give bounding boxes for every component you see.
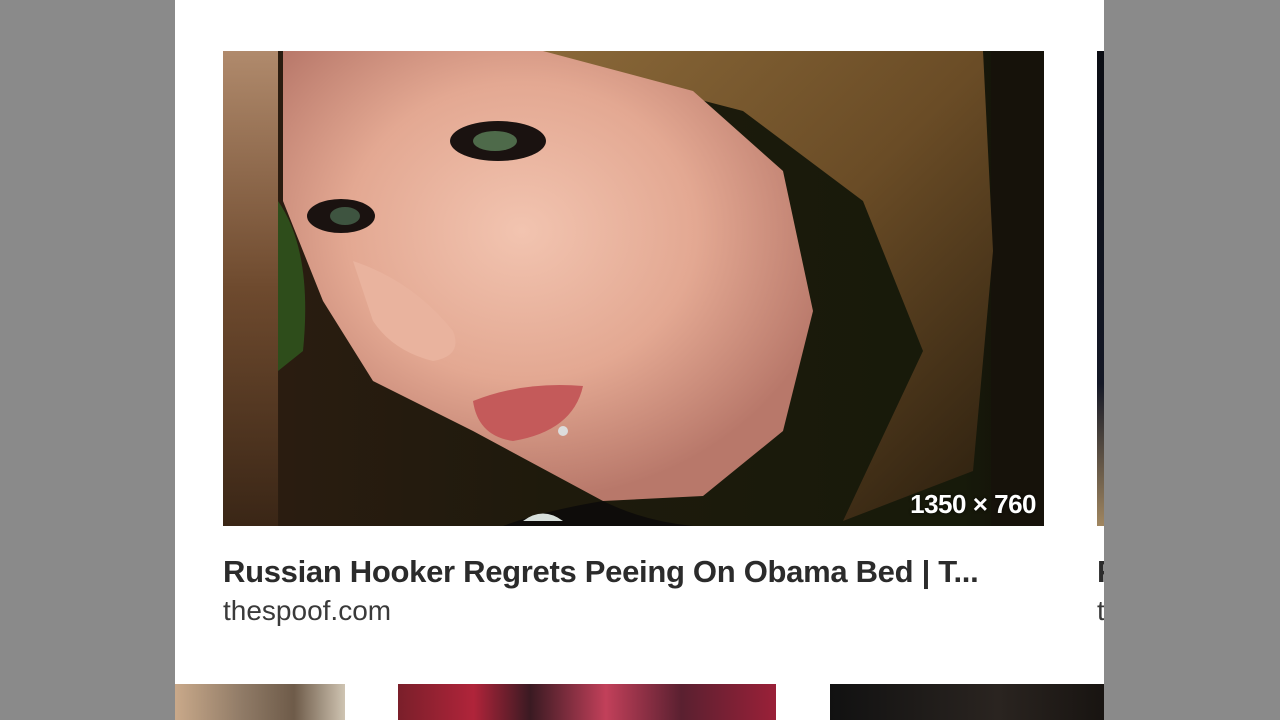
result-source-partial[interactable]: t <box>1097 594 1104 628</box>
result-title[interactable]: Russian Hooker Regrets Peeing On Obama B… <box>223 554 1044 590</box>
image-dimensions-label: 1350 × 760 <box>910 489 1036 519</box>
portrait-photo <box>223 51 1044 526</box>
image-result-card-partial[interactable]: F t <box>1097 51 1104 628</box>
next-row-thumbnail-3[interactable] <box>830 684 1104 720</box>
result-thumbnail-partial[interactable] <box>1097 51 1104 526</box>
next-row-thumbnail-1[interactable] <box>175 684 345 720</box>
result-thumbnail[interactable]: 1350 × 760 <box>223 51 1044 526</box>
image-result-card[interactable]: 1350 × 760 Russian Hooker Regrets Peeing… <box>223 51 1044 628</box>
image-results-grid: 1350 × 760 Russian Hooker Regrets Peeing… <box>175 0 1104 720</box>
next-row-thumbnail-2[interactable] <box>398 684 776 720</box>
result-source-domain[interactable]: thespoof.com <box>223 594 1044 628</box>
result-title-partial[interactable]: F <box>1097 554 1104 590</box>
